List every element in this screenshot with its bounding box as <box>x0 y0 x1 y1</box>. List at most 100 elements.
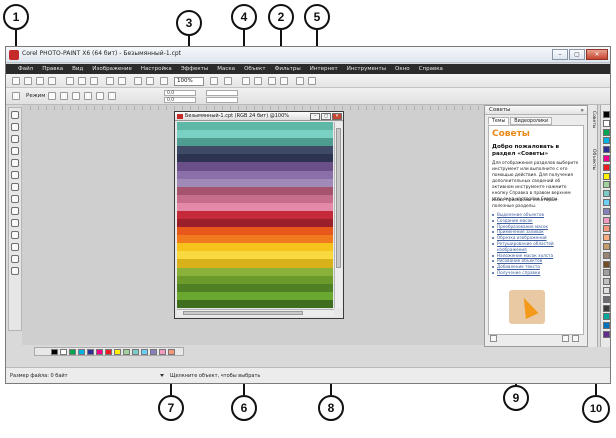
color-swatch[interactable] <box>603 243 610 250</box>
fill-tool-icon[interactable] <box>11 219 19 227</box>
menu-image[interactable]: Изображение <box>92 66 132 72</box>
color-swatch[interactable] <box>603 313 610 321</box>
color-swatch[interactable] <box>603 155 610 162</box>
color-swatch[interactable] <box>603 234 610 242</box>
menu-file[interactable]: Файл <box>18 66 33 72</box>
color-swatch[interactable] <box>603 146 610 154</box>
color-swatch[interactable] <box>603 322 610 330</box>
horizontal-scrollbar[interactable] <box>177 309 334 316</box>
docker-forward-icon[interactable] <box>572 335 579 342</box>
document-color-swatch[interactable] <box>96 349 103 355</box>
paste-icon[interactable] <box>90 77 98 85</box>
new-document-icon[interactable] <box>12 77 20 85</box>
width-field[interactable] <box>206 90 238 96</box>
x-position-field[interactable]: 0,0 <box>164 90 196 96</box>
color-swatch[interactable] <box>603 137 610 145</box>
doc-minimize-button[interactable]: – <box>310 113 320 120</box>
menu-effects[interactable]: Эффекты <box>181 66 209 72</box>
scale-mode-icon[interactable] <box>72 92 80 100</box>
undo-icon[interactable] <box>106 77 114 85</box>
color-swatch[interactable] <box>603 331 610 338</box>
doc-close-button[interactable]: ✕ <box>332 113 342 120</box>
document-color-swatch[interactable] <box>87 349 94 355</box>
pick-tool-icon[interactable] <box>11 111 19 119</box>
menu-view[interactable]: Вид <box>72 66 83 72</box>
effect-tool-icon[interactable] <box>11 195 19 203</box>
minimize-button[interactable]: – <box>552 49 568 60</box>
color-swatch[interactable] <box>603 216 610 224</box>
docker-home-icon[interactable] <box>490 335 497 342</box>
color-swatch[interactable] <box>603 172 610 180</box>
show-objects-icon[interactable] <box>254 77 262 85</box>
document-color-swatch[interactable] <box>159 349 166 355</box>
color-swatch[interactable] <box>603 163 610 171</box>
color-swatch[interactable] <box>603 181 610 189</box>
zoom-level-dropdown[interactable]: 100% <box>174 77 204 86</box>
zoom-tool-icon[interactable] <box>11 147 19 155</box>
document-color-swatch[interactable] <box>105 349 112 355</box>
menu-help[interactable]: Справка <box>419 66 443 72</box>
document-color-swatch[interactable] <box>150 349 157 355</box>
document-color-swatch[interactable] <box>114 349 121 355</box>
color-swatch[interactable] <box>603 251 610 259</box>
maximize-button[interactable]: ▢ <box>569 49 585 60</box>
red-eye-tool-icon[interactable] <box>11 171 19 179</box>
document-color-swatch[interactable] <box>168 349 175 355</box>
color-swatch[interactable] <box>603 225 610 233</box>
tips-link[interactable]: Ретуширование областей изображения <box>492 241 582 253</box>
zoom-in-icon[interactable] <box>210 77 218 85</box>
pick-tool-preset-icon[interactable] <box>12 92 20 100</box>
copy-icon[interactable] <box>78 77 86 85</box>
paint-tool-icon[interactable] <box>11 255 19 263</box>
y-position-field[interactable]: 0,0 <box>164 97 196 103</box>
clone-tool-icon[interactable] <box>11 183 19 191</box>
document-color-swatch[interactable] <box>60 349 67 355</box>
menu-internet[interactable]: Интернет <box>310 66 338 72</box>
doc-maximize-button[interactable]: ▢ <box>321 113 331 120</box>
skew-mode-icon[interactable] <box>84 92 92 100</box>
color-swatch[interactable] <box>603 304 610 312</box>
menu-tools[interactable]: Инструменты <box>347 66 386 72</box>
document-color-swatch[interactable] <box>78 349 85 355</box>
grid-icon[interactable] <box>280 77 288 85</box>
mask-tool-icon[interactable] <box>11 123 19 131</box>
rotate-mode-icon[interactable] <box>60 92 68 100</box>
side-tab-tips[interactable]: Советы <box>589 111 596 129</box>
menu-window[interactable]: Окно <box>395 66 410 72</box>
crop-icon[interactable] <box>160 77 168 85</box>
open-icon[interactable] <box>24 77 32 85</box>
vertical-scrollbar[interactable] <box>334 122 342 308</box>
color-swatch[interactable] <box>603 269 610 277</box>
color-swatch[interactable] <box>603 260 610 268</box>
import-icon[interactable] <box>134 77 142 85</box>
redo-icon[interactable] <box>118 77 126 85</box>
color-swatch[interactable] <box>603 111 610 118</box>
export-icon[interactable] <box>146 77 154 85</box>
document-title-bar[interactable]: Безымянный-1.cpt (RGB 24 бит) @100% – ▢ … <box>175 112 343 121</box>
document-color-swatch[interactable] <box>141 349 148 355</box>
color-swatch[interactable] <box>603 119 610 127</box>
color-swatch[interactable] <box>603 295 610 303</box>
menu-edit[interactable]: Правка <box>42 66 63 72</box>
color-swatch[interactable] <box>603 190 610 198</box>
status-dropdown-icon[interactable] <box>160 374 164 377</box>
document-color-swatch[interactable] <box>132 349 139 355</box>
docker-close-icon[interactable]: » <box>580 107 584 114</box>
close-button[interactable]: ✕ <box>586 49 608 60</box>
eyedropper-tool-icon[interactable] <box>11 159 19 167</box>
color-swatch[interactable] <box>603 278 610 286</box>
color-swatch[interactable] <box>603 199 610 206</box>
tips-link[interactable]: Получение справки <box>492 270 582 276</box>
eraser-tool-icon[interactable] <box>11 207 19 215</box>
show-mask-icon[interactable] <box>242 77 250 85</box>
color-swatch[interactable] <box>603 207 610 215</box>
horizontal-scroll-thumb[interactable] <box>183 311 303 315</box>
text-tool-icon[interactable] <box>11 231 19 239</box>
tab-videos[interactable]: Видеоролики <box>510 117 553 125</box>
pan-icon[interactable] <box>224 77 232 85</box>
launch-icon[interactable] <box>296 77 304 85</box>
menu-filters[interactable]: Фильтры <box>275 66 301 72</box>
options-icon[interactable] <box>308 77 316 85</box>
print-icon[interactable] <box>48 77 56 85</box>
snap-icon[interactable] <box>268 77 276 85</box>
